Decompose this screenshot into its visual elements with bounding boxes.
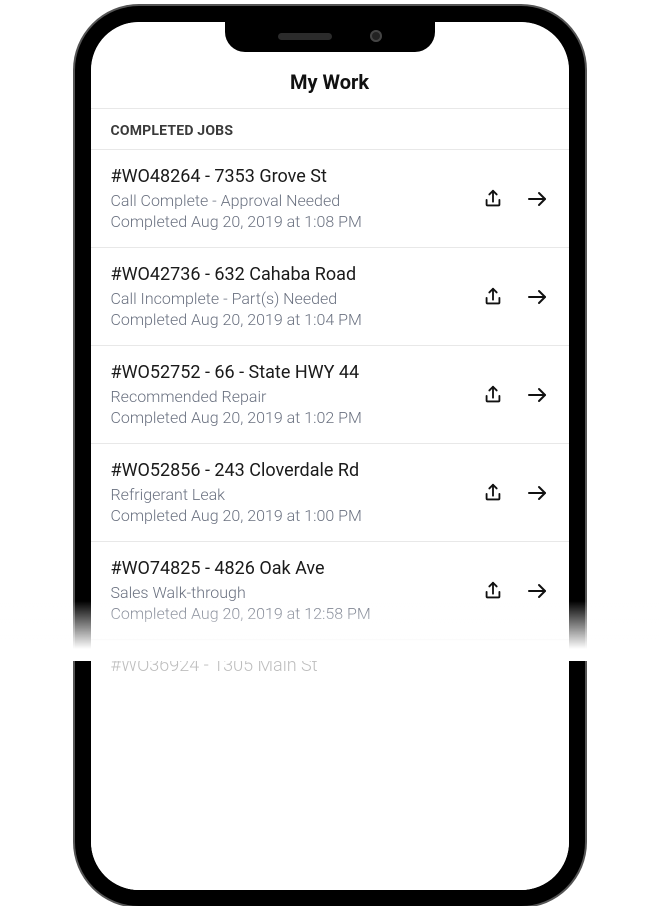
job-title: #WO52856 - 243 Cloverdale Rd [111, 460, 467, 481]
phone-speaker [278, 33, 332, 40]
job-status: Call Incomplete - Part(s) Needed [111, 289, 467, 308]
share-icon[interactable] [481, 481, 505, 505]
job-info: #WO52752 - 66 - State HWY 44 Recommended … [111, 362, 467, 427]
job-card[interactable]: #WO52856 - 243 Cloverdale Rd Refrigerant … [91, 443, 569, 541]
job-status: Refrigerant Leak [111, 485, 467, 504]
job-completed-time: Completed Aug 20, 2019 at 1:02 PM [111, 408, 467, 427]
partial-next-row: #WO36924 - 1305 Main St [91, 640, 569, 676]
job-status: Sales Walk-through [111, 583, 467, 602]
arrow-right-icon[interactable] [525, 383, 549, 407]
job-status: Call Complete - Approval Needed [111, 191, 467, 210]
job-info: #WO52856 - 243 Cloverdale Rd Refrigerant … [111, 460, 467, 525]
job-completed-time: Completed Aug 20, 2019 at 12:58 PM [111, 604, 467, 623]
job-card[interactable]: #WO52752 - 66 - State HWY 44 Recommended … [91, 345, 569, 443]
arrow-right-icon[interactable] [525, 285, 549, 309]
job-title: #WO52752 - 66 - State HWY 44 [111, 362, 467, 383]
job-completed-time: Completed Aug 20, 2019 at 1:04 PM [111, 310, 467, 329]
job-actions [481, 187, 549, 211]
phone-frame: My Work COMPLETED JOBS #WO48264 - 7353 G… [75, 6, 585, 906]
job-card[interactable]: #WO74825 - 4826 Oak Ave Sales Walk-throug… [91, 541, 569, 640]
screen: My Work COMPLETED JOBS #WO48264 - 7353 G… [91, 22, 569, 890]
job-title: #WO74825 - 4826 Oak Ave [111, 558, 467, 579]
share-icon[interactable] [481, 187, 505, 211]
phone-camera [370, 30, 382, 42]
job-info: #WO74825 - 4826 Oak Ave Sales Walk-throug… [111, 558, 467, 623]
job-info: #WO42736 - 632 Cahaba Road Call Incomplet… [111, 264, 467, 329]
arrow-right-icon[interactable] [525, 579, 549, 603]
phone-notch [225, 20, 435, 52]
arrow-right-icon[interactable] [525, 187, 549, 211]
section-heading: COMPLETED JOBS [91, 109, 569, 149]
job-card[interactable]: #WO42736 - 632 Cahaba Road Call Incomplet… [91, 247, 569, 345]
share-icon[interactable] [481, 383, 505, 407]
job-card[interactable]: #WO48264 - 7353 Grove St Call Complete - … [91, 149, 569, 247]
job-title: #WO42736 - 632 Cahaba Road [111, 264, 467, 285]
share-icon[interactable] [481, 579, 505, 603]
arrow-right-icon[interactable] [525, 481, 549, 505]
job-title: #WO48264 - 7353 Grove St [111, 166, 467, 187]
job-completed-time: Completed Aug 20, 2019 at 1:08 PM [111, 212, 467, 231]
job-status: Recommended Repair [111, 387, 467, 406]
job-info: #WO48264 - 7353 Grove St Call Complete - … [111, 166, 467, 231]
job-completed-time: Completed Aug 20, 2019 at 1:00 PM [111, 506, 467, 525]
page-title: My Work [91, 70, 569, 94]
bottom-fade [91, 780, 569, 890]
share-icon[interactable] [481, 285, 505, 309]
job-actions [481, 481, 549, 505]
job-actions [481, 285, 549, 309]
job-actions [481, 383, 549, 407]
job-actions [481, 579, 549, 603]
job-list: #WO48264 - 7353 Grove St Call Complete - … [91, 149, 569, 640]
